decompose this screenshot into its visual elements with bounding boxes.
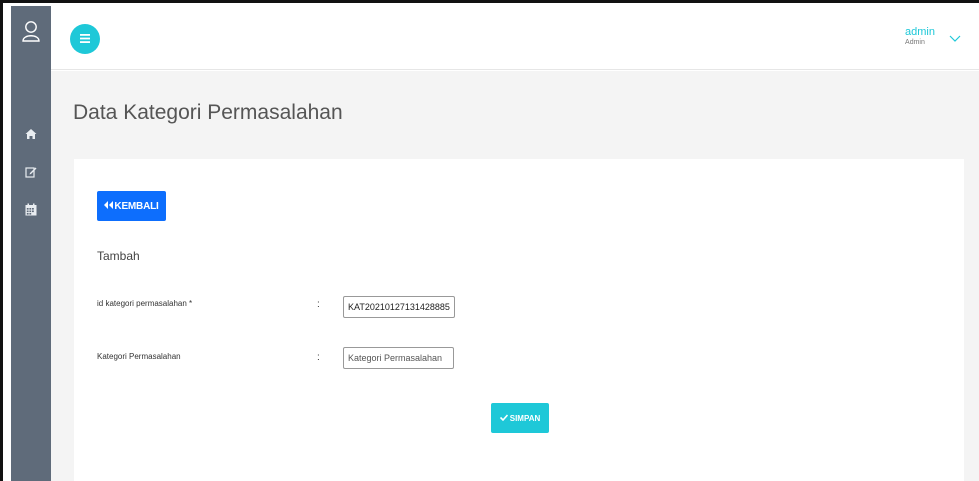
- save-button-label: SIMPAN: [509, 413, 541, 423]
- id-field-label: id kategori permasalahan *: [97, 299, 193, 308]
- sidebar-item-home[interactable]: [11, 117, 51, 155]
- section-title: Tambah: [97, 249, 140, 263]
- hamburger-icon: [80, 30, 90, 48]
- id-field-input[interactable]: [343, 296, 455, 318]
- form-panel: KEMBALI Tambah id kategori permasalahan …: [74, 159, 964, 481]
- double-arrow-left-icon: [104, 201, 114, 211]
- menu-toggle-button[interactable]: [70, 24, 100, 54]
- chevron-down-icon[interactable]: [949, 30, 961, 48]
- back-button-label: KEMBALI: [114, 200, 159, 212]
- home-icon: [25, 127, 37, 145]
- category-field-input[interactable]: [343, 347, 454, 369]
- sidebar-item-edit[interactable]: [11, 155, 51, 193]
- back-button[interactable]: KEMBALI: [97, 191, 166, 221]
- check-icon: [499, 413, 508, 423]
- sidebar: [11, 6, 51, 481]
- sidebar-item-calendar[interactable]: [11, 193, 51, 231]
- edit-icon: [25, 165, 37, 183]
- page-title: Data Kategori Permasalahan: [73, 101, 343, 124]
- main-content: Data Kategori Permasalahan KEMBALI Tamba…: [51, 71, 979, 481]
- category-field-label: Kategori Permasalahan: [97, 352, 181, 361]
- category-field-colon: :: [317, 352, 320, 363]
- user-menu[interactable]: admin Admin: [905, 26, 961, 48]
- topbar: admin Admin: [51, 6, 979, 70]
- id-field-colon: :: [317, 299, 320, 310]
- user-role: Admin: [905, 39, 925, 46]
- app-window: admin Admin Data Kategori Permasalahan K…: [0, 0, 979, 481]
- save-button[interactable]: SIMPAN: [491, 403, 549, 433]
- user-icon[interactable]: [21, 20, 41, 47]
- user-name: admin: [905, 26, 935, 38]
- calendar-icon: [25, 203, 37, 221]
